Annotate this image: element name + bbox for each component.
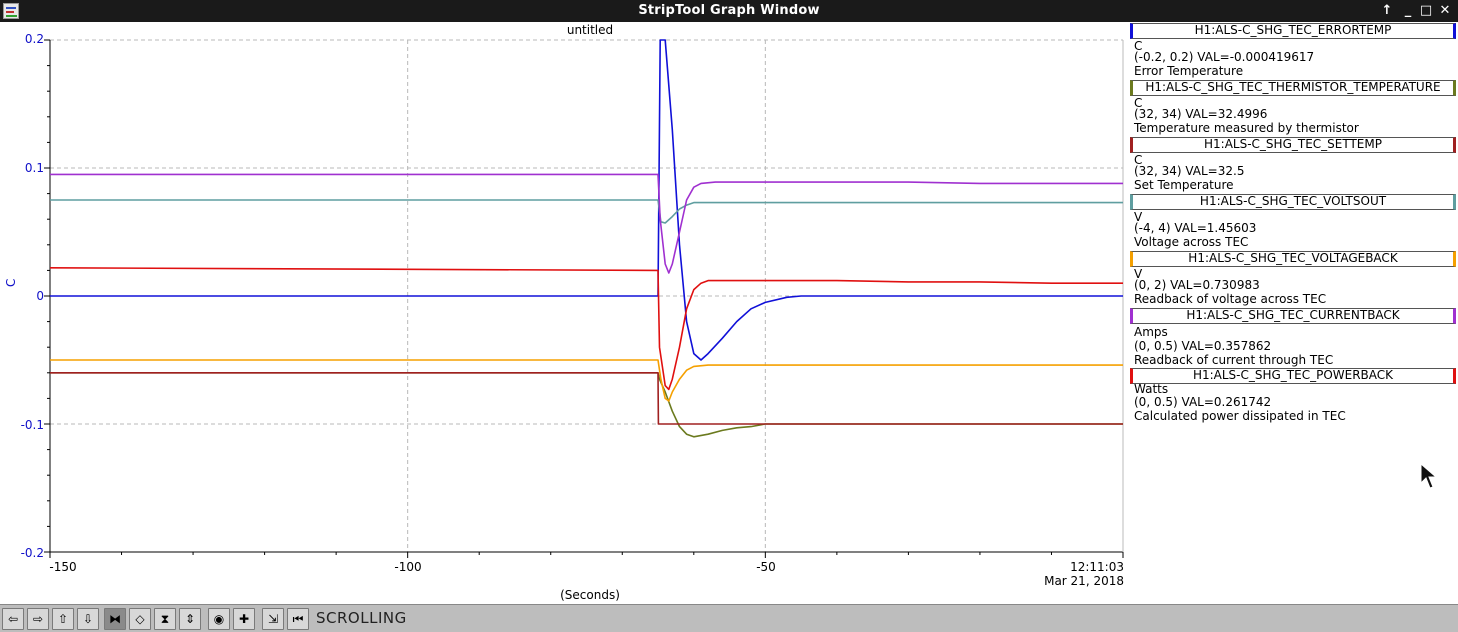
jump-to-now-button[interactable]: ⏮ <box>287 608 309 630</box>
x-tick-label: -150 <box>49 560 77 574</box>
series-line-voltsout <box>50 199 1123 224</box>
series-line-currentback <box>50 173 1123 274</box>
y-tick-label: -0.1 <box>20 418 44 432</box>
legend-signal-name[interactable]: H1:ALS-C_SHG_TEC_ERRORTEMP <box>1130 23 1456 39</box>
y-tick-label: -0.2 <box>20 546 44 560</box>
zoom-out-x-button[interactable]: ◇ <box>129 608 151 630</box>
close-button[interactable]: ✕ <box>1436 2 1454 20</box>
refresh-button[interactable]: ✚ <box>233 608 255 630</box>
legend-description: Error Temperature <box>1134 64 1244 78</box>
minimize-button[interactable]: _ <box>1399 2 1417 20</box>
timestamp-time: 12:11:03 <box>1070 560 1124 574</box>
title-bar[interactable]: StripTool Graph Window ↑ _ □ ✕ <box>0 0 1458 22</box>
legend-description: Readback of voltage across TEC <box>1134 292 1327 306</box>
plot-canvas[interactable] <box>0 22 1126 604</box>
pan-left-button[interactable]: ⇦ <box>2 608 24 630</box>
series-line-temperature <box>50 372 1123 438</box>
zoom-out-y-button[interactable]: ⇕ <box>179 608 201 630</box>
y-tick-label: 0.1 <box>24 161 44 175</box>
pan-right-button[interactable]: ⇨ <box>27 608 49 630</box>
legend-range-value: (32, 34) VAL=32.4996 <box>1134 107 1268 121</box>
legend-signal-name[interactable]: H1:ALS-C_SHG_TEC_VOLTSOUT <box>1130 194 1456 210</box>
legend-range-value: (-0.2, 0.2) VAL=-0.000419617 <box>1134 50 1315 64</box>
legend-description: Calculated power dissipated in TEC <box>1134 409 1346 423</box>
legend-signal-name[interactable]: H1:ALS-C_SHG_TEC_CURRENTBACK <box>1130 308 1456 324</box>
reset-button[interactable]: ⇲ <box>262 608 284 630</box>
legend-range-value: (32, 34) VAL=32.5 <box>1134 164 1245 178</box>
legend-units: Watts <box>1134 382 1169 396</box>
window-title: StripTool Graph Window <box>638 3 820 18</box>
x-tick-label: -100 <box>394 560 422 574</box>
auto-scale-button[interactable]: ◉ <box>208 608 230 630</box>
pan-down-button[interactable]: ⇩ <box>77 608 99 630</box>
legend-description: Set Temperature <box>1134 178 1234 192</box>
legend-signal-name[interactable]: H1:ALS-C_SHG_TEC_VOLTAGEBACK <box>1130 251 1456 267</box>
legend-description: Readback of current through TEC <box>1134 353 1334 367</box>
x-tick-label: -50 <box>756 560 776 574</box>
legend-range-value: (0, 0.5) VAL=0.357862 <box>1134 339 1272 353</box>
maximize-button[interactable]: □ <box>1417 2 1435 20</box>
timestamp-date: Mar 21, 2018 <box>1044 574 1124 588</box>
series-line-settemp <box>50 372 1123 425</box>
legend-range-value: (0, 0.5) VAL=0.261742 <box>1134 395 1272 409</box>
raise-window-button[interactable]: ↑ <box>1378 2 1396 20</box>
zoom-in-x-button[interactable]: ⧓ <box>104 608 126 630</box>
legend-signal-name[interactable]: H1:ALS-C_SHG_TEC_THERMISTOR_TEMPERATURE <box>1130 80 1456 96</box>
mouse-cursor-icon <box>1420 463 1438 489</box>
series-line-powerback <box>49 267 1123 391</box>
toolbar: ⇦ ⇨ ⇧ ⇩ ⧓ ◇ ⧗ ⇕ ◉ ✚ ⇲ ⏮ SCROLLING <box>0 604 1458 632</box>
x-axis-label: (Seconds) <box>560 588 620 602</box>
legend-panel: H1:ALS-C_SHG_TEC_ERRORTEMP C (-0.2, 0.2)… <box>1126 22 1458 604</box>
y-tick-label: 0.2 <box>24 32 44 46</box>
legend-description: Temperature measured by thermistor <box>1134 121 1359 135</box>
legend-description: Voltage across TEC <box>1134 235 1249 249</box>
mode-label: SCROLLING <box>316 609 407 627</box>
legend-signal-name[interactable]: H1:ALS-C_SHG_TEC_POWERBACK <box>1130 368 1456 384</box>
legend-range-value: (0, 2) VAL=0.730983 <box>1134 278 1260 292</box>
legend-units: Amps <box>1134 325 1168 339</box>
plot-title: untitled <box>566 23 614 37</box>
legend-range-value: (-4, 4) VAL=1.45603 <box>1134 221 1257 235</box>
pan-up-button[interactable]: ⇧ <box>52 608 74 630</box>
y-axis-label: C <box>4 278 18 287</box>
zoom-in-y-button[interactable]: ⧗ <box>154 608 176 630</box>
y-tick-label: 0 <box>36 289 44 303</box>
series-line-voltageback <box>50 359 1123 402</box>
legend-signal-name[interactable]: H1:ALS-C_SHG_TEC_SETTEMP <box>1130 137 1456 153</box>
graph-area[interactable]: untitled C 0.2 0.1 0 -0.1 -0.2 -150 -100… <box>0 22 1126 604</box>
